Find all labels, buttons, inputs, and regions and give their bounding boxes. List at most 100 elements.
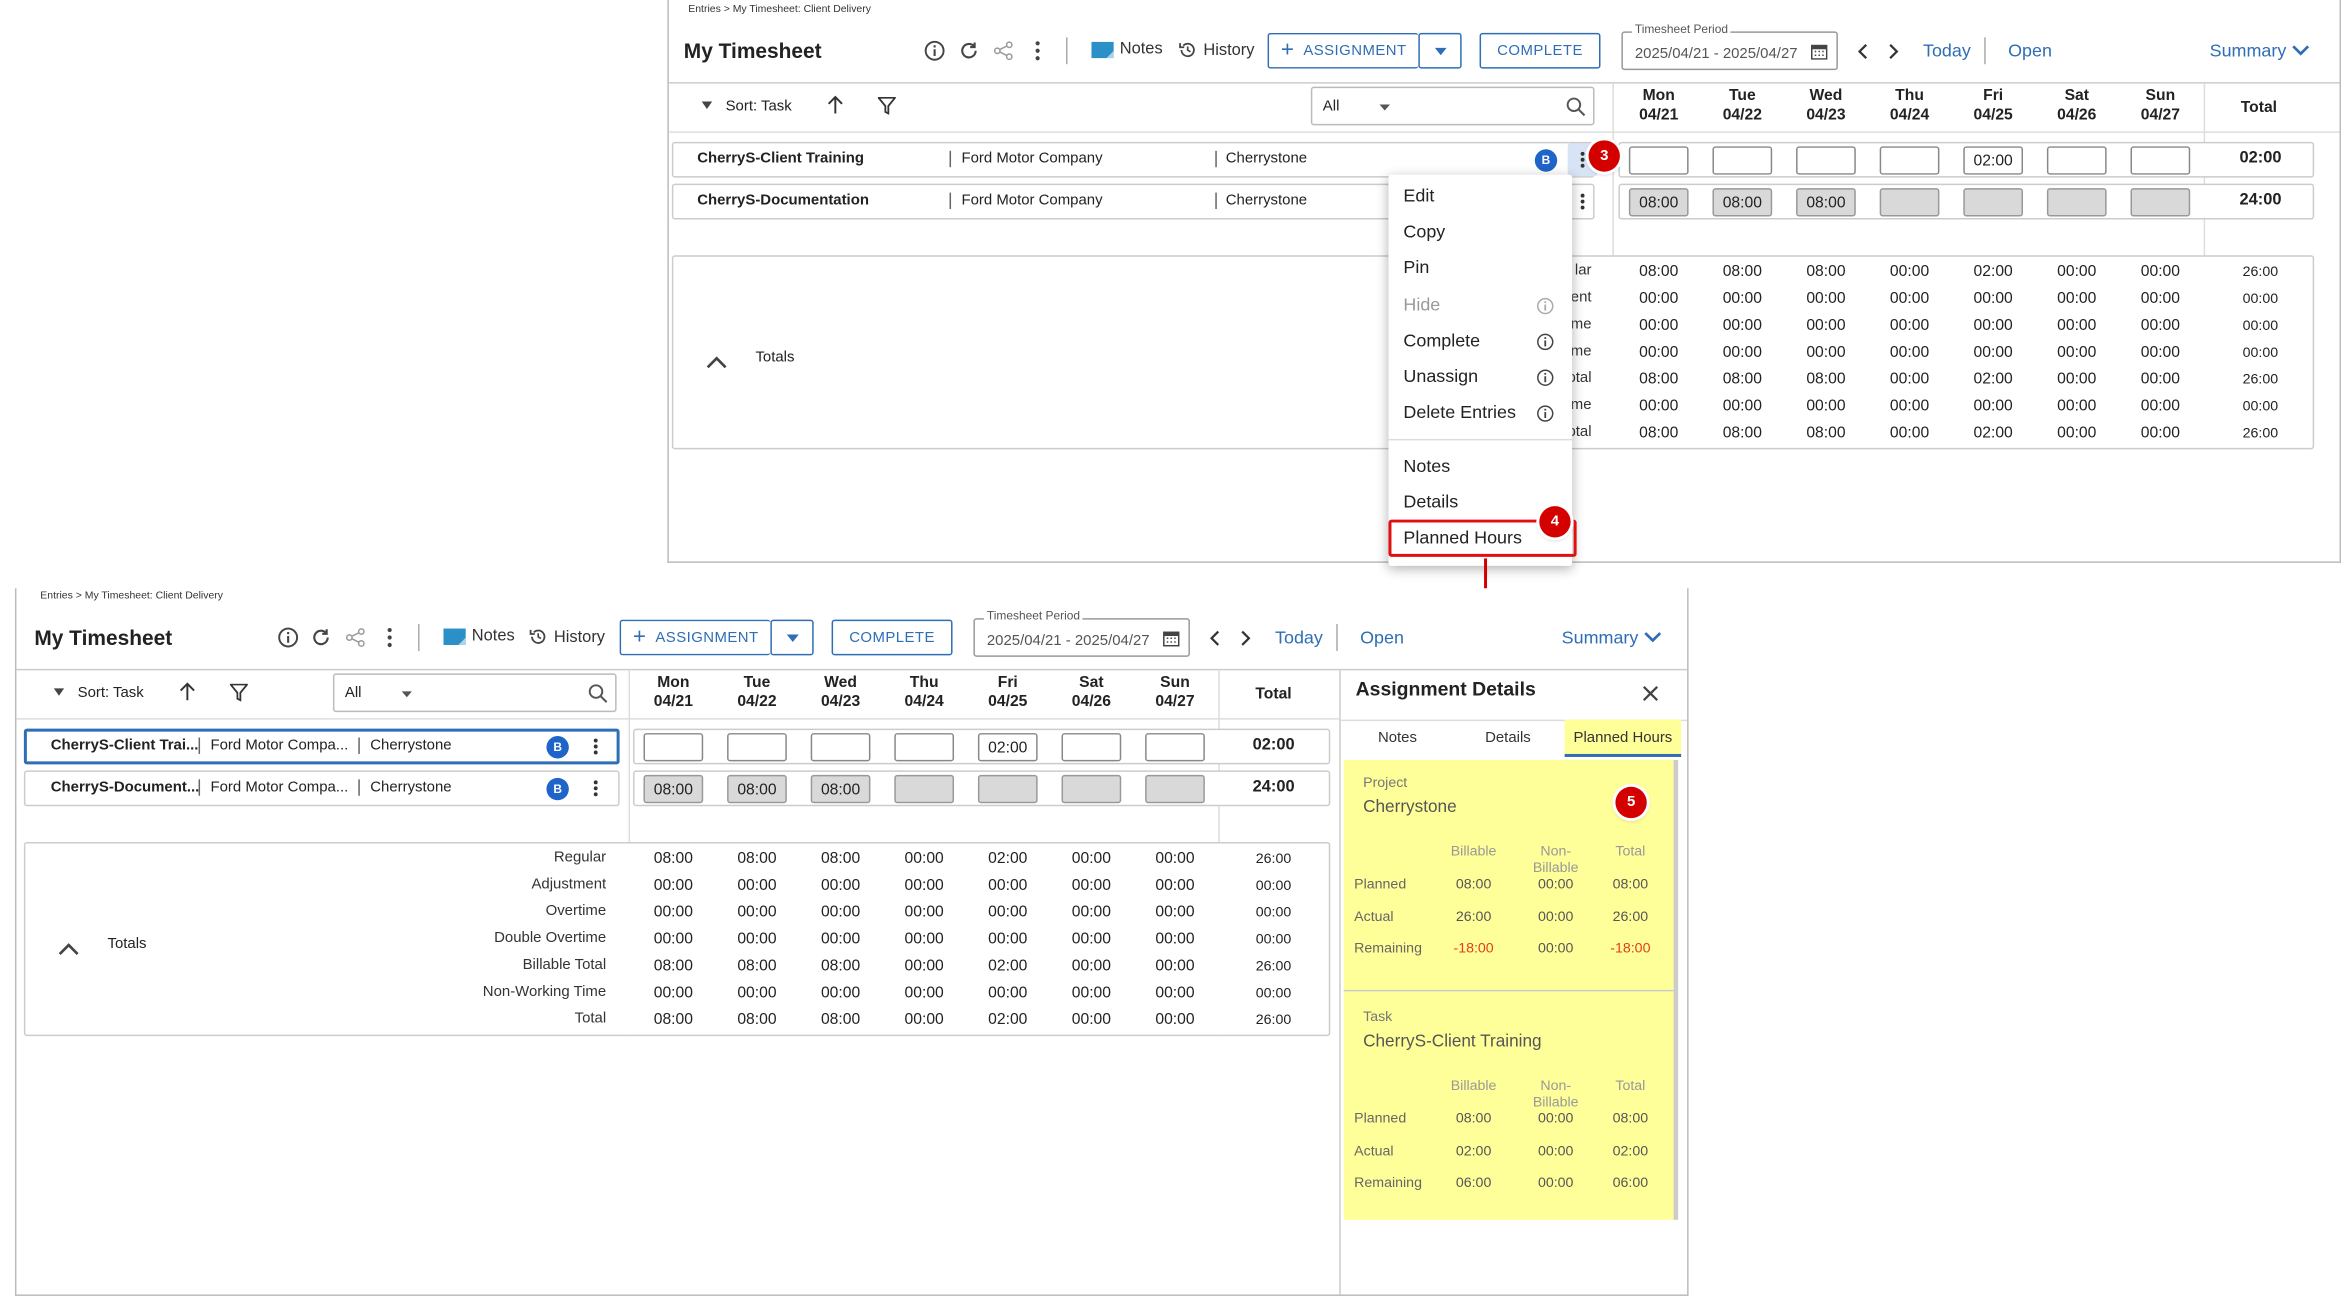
filter-caret-icon[interactable]	[1379, 104, 1390, 111]
hour-input[interactable]: 08:00	[727, 774, 787, 804]
add-assignment-button[interactable]: + ASSIGNMENT	[1267, 32, 1419, 69]
menu-item-complete[interactable]: Complete	[1403, 330, 1480, 351]
prev-period-icon[interactable]	[1205, 627, 1223, 648]
hour-input[interactable]	[810, 733, 871, 762]
menu-item-delete-entries[interactable]: Delete Entries	[1403, 402, 1516, 423]
hour-input[interactable]	[977, 774, 1038, 804]
menu-item-notes[interactable]: Notes	[1403, 455, 1450, 476]
today-link[interactable]: Today	[1275, 627, 1323, 648]
totals-cell: 02:00	[988, 1010, 1028, 1029]
hour-input[interactable]	[643, 733, 704, 762]
hour-input[interactable]	[2130, 188, 2191, 217]
hour-input[interactable]	[894, 774, 955, 804]
menu-item-unassign[interactable]: Unassign	[1403, 366, 1478, 387]
collapse-totals-icon[interactable]	[58, 942, 79, 955]
collapse-totals-icon[interactable]	[706, 355, 727, 369]
complete-button[interactable]: COMPLETE	[831, 619, 953, 656]
row-more-icon[interactable]	[584, 772, 608, 805]
filter-search-box[interactable]: All	[1310, 86, 1595, 126]
hour-input[interactable]: 08:00	[810, 774, 871, 804]
filter-icon[interactable]	[877, 97, 896, 115]
tab-planned-hours[interactable]: Planned Hours	[1564, 719, 1682, 757]
chevron-down-icon[interactable]	[1644, 632, 1662, 644]
close-icon[interactable]	[1642, 685, 1659, 702]
add-assignment-button[interactable]: + ASSIGNMENT	[619, 619, 771, 656]
history-button[interactable]: History	[529, 627, 605, 646]
hour-input[interactable]	[1963, 188, 2024, 217]
menu-item-hide[interactable]: Hide	[1403, 294, 1440, 315]
hour-input[interactable]: 08:00	[1628, 188, 1689, 217]
hour-input[interactable]	[1628, 146, 1689, 175]
hour-input[interactable]	[1061, 733, 1122, 762]
menu-item-copy[interactable]: Copy	[1403, 221, 1445, 242]
sort-ascending-icon[interactable]	[179, 682, 195, 701]
notes-button[interactable]: Notes	[1091, 40, 1163, 58]
filter-caret-icon[interactable]	[401, 691, 413, 698]
totals-cell: 00:00	[1071, 876, 1112, 895]
complete-button[interactable]: COMPLETE	[1479, 32, 1601, 69]
next-period-icon[interactable]	[1884, 40, 1902, 61]
breadcrumb[interactable]: Entries > My Timesheet: Client Delivery	[40, 591, 223, 601]
menu-item-edit[interactable]: Edit	[1403, 185, 1434, 206]
more-vert-icon[interactable]	[378, 626, 402, 650]
notes-button[interactable]: Notes	[443, 627, 515, 645]
hour-input[interactable]	[894, 733, 955, 762]
search-icon[interactable]	[588, 684, 608, 703]
hour-input[interactable]	[1061, 774, 1122, 804]
sort-caret-icon[interactable]	[53, 688, 65, 696]
open-status-link[interactable]: Open	[2008, 40, 2052, 61]
next-period-icon[interactable]	[1236, 627, 1254, 648]
more-vert-icon[interactable]	[1026, 39, 1050, 63]
hour-input[interactable]: 08:00	[1712, 188, 1773, 217]
info-icon[interactable]	[276, 626, 300, 650]
share-icon[interactable]	[343, 626, 367, 650]
filter-icon[interactable]	[229, 683, 248, 702]
refresh-icon[interactable]	[957, 39, 981, 63]
hour-input[interactable]	[1879, 146, 1940, 175]
hour-input[interactable]	[2130, 146, 2191, 175]
hour-input[interactable]	[2046, 146, 2107, 175]
hour-input[interactable]: 02:00	[1963, 146, 2024, 175]
hour-input[interactable]	[1145, 733, 1205, 762]
assignment-dropdown-button[interactable]	[770, 619, 814, 656]
hour-input[interactable]: 02:00	[977, 733, 1038, 762]
timesheet-period-picker[interactable]: Timesheet Period 2025/04/21 - 2025/04/27	[973, 609, 1190, 657]
tab-notes[interactable]: Notes	[1360, 720, 1435, 757]
sort-label[interactable]: Sort: Task	[726, 99, 792, 115]
assignment-details-title: Assignment Details	[1355, 677, 1536, 701]
summary-dropdown[interactable]: Summary	[2210, 40, 2287, 61]
row-more-icon[interactable]	[584, 730, 608, 763]
share-icon[interactable]	[991, 39, 1015, 63]
filter-search-box[interactable]: All	[332, 673, 617, 713]
hour-input[interactable]: 08:00	[643, 774, 704, 804]
prev-period-icon[interactable]	[1853, 40, 1871, 61]
assignment-dropdown-button[interactable]	[1418, 32, 1462, 69]
filter-select-value: All	[1322, 98, 1340, 115]
timesheet-period-picker[interactable]: Timesheet Period 2025/04/21 - 2025/04/27	[1621, 22, 1838, 71]
breadcrumb[interactable]: Entries > My Timesheet: Client Delivery	[688, 4, 871, 14]
totals-label: Totals	[755, 349, 795, 366]
hour-input[interactable]	[1879, 188, 1940, 217]
open-status-link[interactable]: Open	[1360, 627, 1404, 648]
hour-input[interactable]	[1145, 774, 1205, 804]
history-button[interactable]: History	[1178, 40, 1254, 59]
sort-caret-icon[interactable]	[701, 101, 713, 109]
planned-value: 00:00	[1537, 940, 1574, 958]
sort-label[interactable]: Sort: Task	[78, 685, 144, 701]
today-link[interactable]: Today	[1923, 40, 1971, 61]
search-icon[interactable]	[1566, 97, 1586, 117]
hour-input[interactable]	[1796, 146, 1856, 175]
hour-input[interactable]	[1712, 146, 1773, 175]
info-icon[interactable]	[923, 39, 947, 63]
hour-input[interactable]: 08:00	[1796, 188, 1856, 217]
menu-item-pin[interactable]: Pin	[1403, 257, 1429, 278]
sort-ascending-icon[interactable]	[827, 95, 843, 115]
hour-input[interactable]	[2046, 188, 2107, 217]
tab-details[interactable]: Details	[1465, 720, 1552, 757]
refresh-icon[interactable]	[309, 626, 333, 650]
totals-cell: 08:00	[1806, 424, 1846, 442]
hour-input[interactable]	[727, 733, 787, 762]
chevron-down-icon[interactable]	[2292, 45, 2310, 57]
menu-item-details[interactable]: Details	[1403, 491, 1458, 512]
summary-dropdown[interactable]: Summary	[1562, 627, 1639, 648]
